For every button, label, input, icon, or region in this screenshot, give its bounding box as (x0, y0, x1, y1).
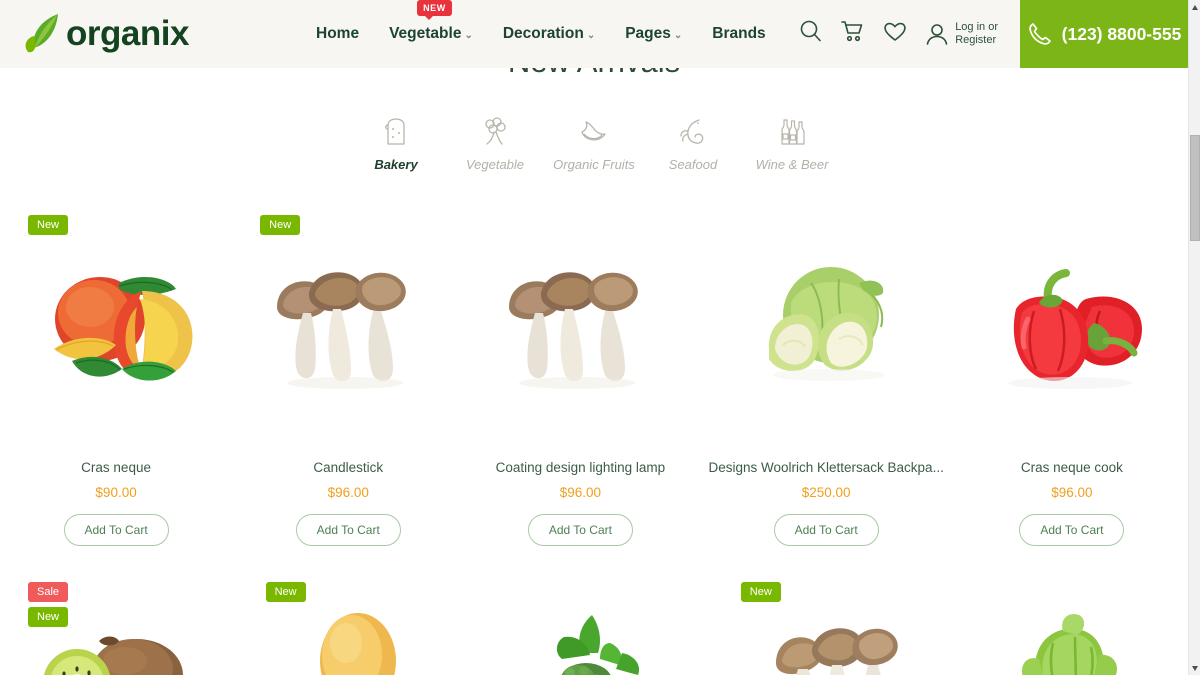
shrimp-icon (644, 112, 743, 148)
category-label: Vegetable (465, 157, 525, 172)
scrollbar-thumb[interactable] (1190, 135, 1200, 241)
nav-item-vegetable[interactable]: NEW Vegetable ⌄ (389, 0, 473, 49)
product-grid-row-2: Sale New New New (0, 572, 1188, 675)
nav-item-home[interactable]: Home (316, 19, 359, 49)
category-label: Seafood (668, 157, 718, 172)
scroll-up-arrow-icon[interactable] (1189, 0, 1200, 14)
add-to-cart-button[interactable]: Add To Cart (63, 514, 169, 546)
user-icon (926, 23, 948, 45)
category-tabs: Bakery Vegetable Organic Fruits Seafood … (0, 112, 1188, 172)
login-line-2: Register (955, 34, 997, 46)
phone-number: (123) 8800-555 (1061, 23, 1182, 44)
product-price: $250.00 (801, 485, 851, 500)
product-card[interactable] (475, 572, 713, 675)
status-badge-new: New (260, 215, 301, 235)
product-name: Cras neque (81, 460, 151, 475)
add-to-cart-button[interactable]: Add To Cart (1019, 514, 1125, 546)
header-actions: Log in or Register (123) 8800-555 (798, 0, 1188, 68)
product-price: $90.00 (95, 485, 137, 500)
product-image-mushrooms (232, 233, 464, 433)
chevron-down-icon: ⌄ (673, 30, 683, 41)
product-card[interactable]: New (0, 205, 232, 546)
product-card[interactable] (950, 572, 1188, 675)
product-card[interactable]: New (232, 205, 464, 546)
main-navigation: Home NEW Vegetable ⌄ Decoration ⌄ Pages ⌄ B… (316, 0, 766, 49)
broccoli-icon (446, 112, 545, 148)
badge-group: New (740, 582, 781, 602)
add-to-cart-button[interactable]: Add To Cart (527, 514, 633, 546)
site-header: organix Home NEW Vegetable ⌄ Decoration ⌄ … (0, 0, 1188, 68)
product-image-broccoli (475, 582, 713, 675)
page-root: New Arrivals organix Home NEW Vegetable⌄ (0, 0, 1200, 675)
product-card[interactable]: Cras neque cook $96.00 Add To Cart (956, 205, 1188, 546)
product-price: $96.00 (327, 485, 369, 500)
product-card[interactable]: New (713, 572, 951, 675)
category-tab-organic-fruits[interactable]: Organic Fruits (545, 112, 644, 172)
badge-group: New (28, 215, 69, 235)
product-card[interactable]: Sale New (0, 572, 238, 675)
badge-group: New (265, 582, 306, 602)
scroll-down-arrow-icon[interactable] (1189, 661, 1200, 675)
category-label: Wine & Beer (755, 157, 829, 172)
product-image-peppers (956, 233, 1188, 433)
login-line-1: Log in or (955, 21, 998, 33)
category-tab-bakery[interactable]: Bakery (347, 112, 446, 172)
status-badge-new: New (28, 607, 69, 627)
chevron-down-icon: ⌄ (586, 30, 596, 41)
phone-icon (1028, 23, 1051, 45)
logo[interactable]: organix (24, 12, 294, 56)
badge-group: Sale New (28, 582, 69, 627)
status-badge-new: New (28, 215, 69, 235)
product-name: Designs Woolrich Klettersack Backpa... (708, 460, 944, 475)
product-name: Cras neque cook (1020, 460, 1123, 475)
bread-icon (347, 112, 446, 148)
search-icon[interactable] (798, 19, 823, 49)
product-image-mushrooms (464, 233, 696, 433)
product-price: $96.00 (1051, 485, 1093, 500)
nav-label: Vegetable (389, 25, 462, 42)
login-text: Log in or Register (955, 21, 998, 47)
vertical-scrollbar[interactable] (1188, 0, 1200, 675)
add-to-cart-button[interactable]: Add To Cart (773, 514, 879, 546)
product-image-lettuce (950, 582, 1188, 675)
nav-item-brands[interactable]: Brands (712, 19, 765, 49)
category-tab-seafood[interactable]: Seafood (644, 112, 743, 172)
product-price: $96.00 (559, 485, 602, 500)
banana-icon (545, 112, 644, 148)
category-tab-wine-beer[interactable]: Wine & Beer (743, 112, 842, 172)
category-label: Bakery (374, 157, 418, 172)
category-label: Organic Fruits (553, 157, 635, 172)
product-image-cabbage (696, 233, 955, 433)
product-name: Coating design lighting lamp (495, 460, 666, 475)
account-login-link[interactable]: Log in or Register (925, 21, 998, 47)
product-grid-row-1: New Cras neque $90.00 Add To Cart New Ca… (0, 205, 1188, 546)
product-card[interactable]: New (238, 572, 476, 675)
status-badge-new: New (740, 582, 781, 602)
leaf-icon (24, 12, 64, 56)
chevron-down-icon: ⌄ (464, 30, 473, 41)
heart-icon[interactable] (882, 19, 908, 49)
nav-label: Home (316, 25, 360, 42)
nav-label: Pages (625, 25, 671, 42)
add-to-cart-button[interactable]: Add To Cart (295, 514, 401, 546)
product-card[interactable]: Designs Woolrich Klettersack Backpa... $… (696, 205, 955, 546)
badge-group: New (260, 215, 301, 235)
phone-cta[interactable]: (123) 8800-555 (1020, 0, 1188, 68)
wine-bottles-icon (743, 112, 842, 148)
shopping-cart-icon[interactable] (840, 19, 865, 49)
product-card[interactable]: Coating design lighting lamp $96.00 Add … (464, 205, 696, 546)
nav-label: Brands (712, 25, 766, 42)
status-badge-sale: Sale (28, 582, 69, 602)
status-badge-new: New (265, 582, 306, 602)
nav-new-badge: NEW (417, 0, 452, 20)
nav-item-pages[interactable]: Pages ⌄ (625, 19, 682, 49)
nav-item-decoration[interactable]: Decoration ⌄ (503, 19, 595, 49)
nav-label: Decoration (502, 25, 584, 42)
product-image-mango (0, 233, 232, 433)
category-tab-vegetable[interactable]: Vegetable (446, 112, 545, 172)
logo-text: organix (66, 14, 189, 53)
product-name: Candlestick (313, 460, 384, 475)
